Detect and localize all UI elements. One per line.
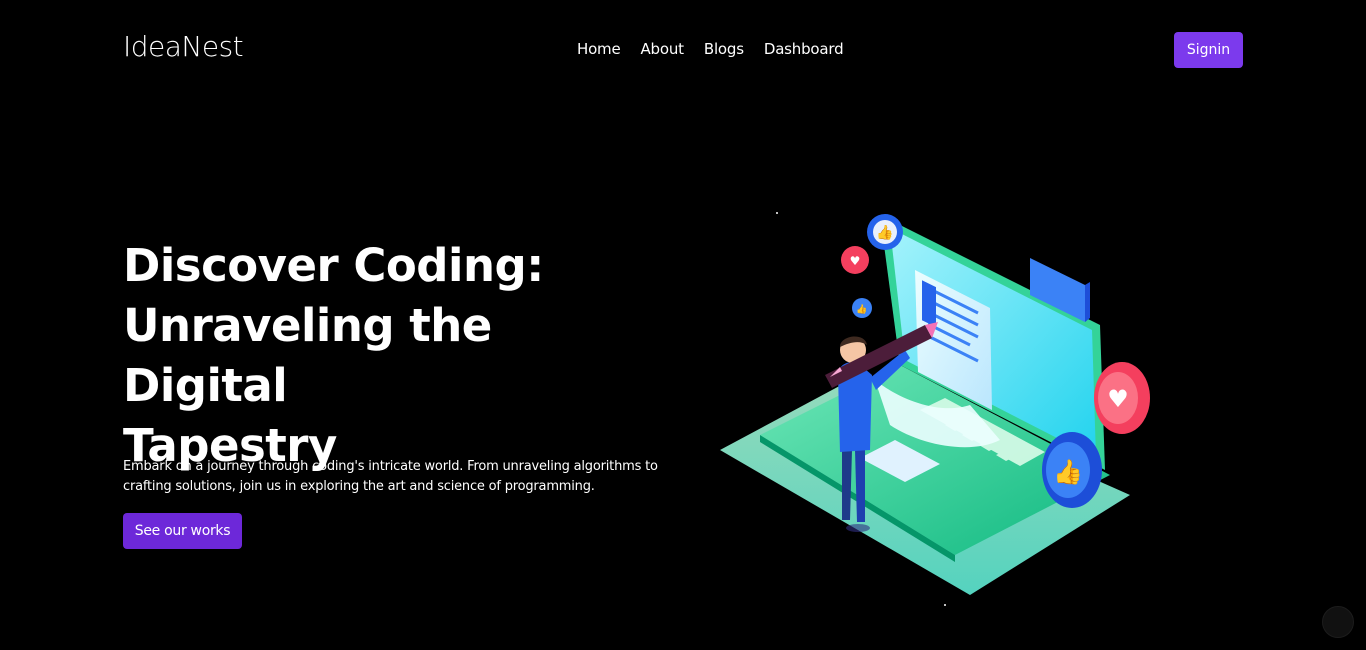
- logo[interactable]: IdeaNest: [123, 30, 244, 63]
- svg-text:♥: ♥: [850, 254, 861, 268]
- svg-text:👍: 👍: [856, 303, 867, 315]
- nav-about[interactable]: About: [641, 40, 685, 58]
- nav-dashboard[interactable]: Dashboard: [764, 40, 844, 58]
- svg-text:👍: 👍: [1053, 458, 1083, 486]
- hero-title: Discover Coding: Unraveling the Digital …: [123, 236, 663, 476]
- main-nav: Home About Blogs Dashboard: [577, 40, 844, 58]
- nav-home[interactable]: Home: [577, 40, 621, 58]
- hero-illustration: 👍 ♥ 👍 ♥ 👍: [720, 212, 1150, 606]
- hero-title-line-1: Discover Coding:: [123, 239, 544, 292]
- floating-action-button[interactable]: [1322, 606, 1354, 638]
- signin-button[interactable]: Signin: [1174, 32, 1243, 68]
- see-our-works-button[interactable]: See our works: [123, 513, 242, 549]
- hero-description: Embark on a journey through coding's int…: [123, 459, 658, 494]
- svg-text:👍: 👍: [876, 224, 893, 241]
- nav-blogs[interactable]: Blogs: [704, 40, 744, 58]
- svg-text:♥: ♥: [1107, 385, 1129, 413]
- page: IdeaNest Home About Blogs Dashboard Sign…: [0, 0, 1366, 650]
- hero-title-line-2: Unraveling the Digital: [123, 299, 492, 412]
